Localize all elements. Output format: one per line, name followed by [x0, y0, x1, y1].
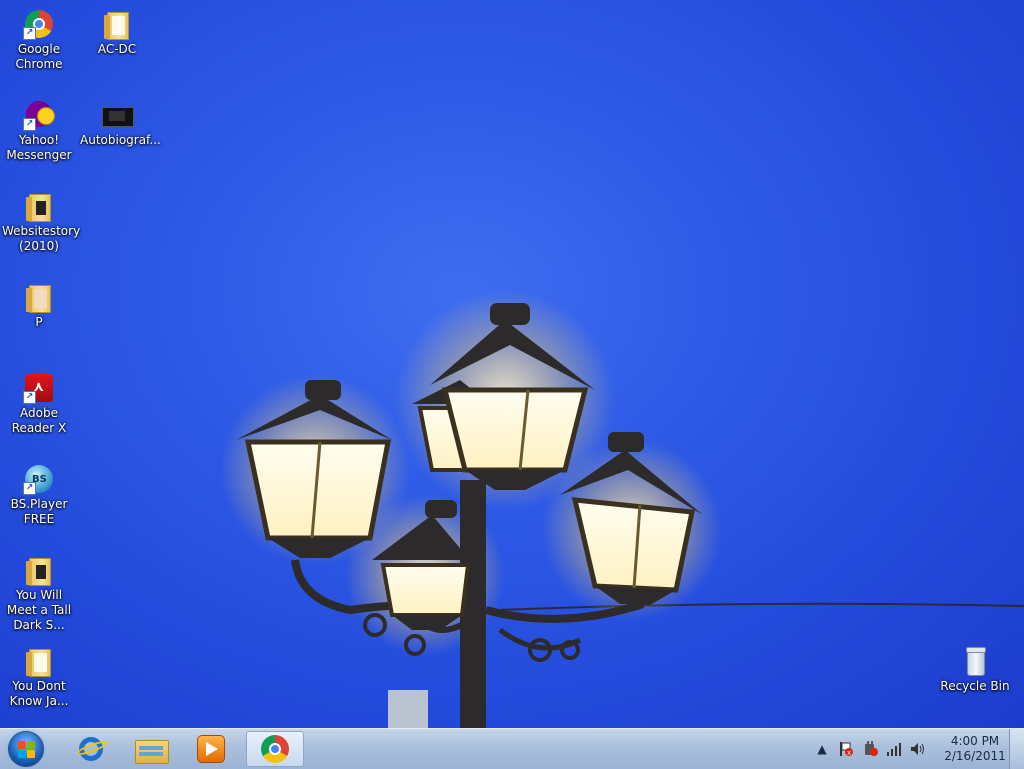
desktop-icon-label: Websitestory (2010) [2, 224, 81, 253]
folder-icon [23, 190, 55, 222]
show-desktop-button[interactable] [1009, 729, 1024, 769]
desktop-icon-label: Google Chrome [15, 42, 63, 71]
network-signal-icon[interactable] [886, 741, 902, 757]
taskbar-internet-explorer[interactable] [62, 731, 120, 767]
recycle-bin-icon [959, 645, 991, 677]
desktop-icon-tall-dark-stranger[interactable]: You Will Meet a Tall Dark S... [0, 550, 78, 633]
desktop-icon-ac-dc[interactable]: AC-DC [78, 4, 156, 57]
clock-time: 4:00 PM [950, 734, 1000, 748]
desktop-icon-google-chrome[interactable]: ↗ Google Chrome [0, 4, 78, 72]
folder-icon [23, 554, 55, 586]
taskbar: ▲ x 4:00 PM 2/16/2011 [0, 728, 1024, 769]
chrome-icon: ↗ [23, 8, 55, 40]
folder-icon [23, 281, 55, 313]
desktop-icon-yahoo-messenger[interactable]: ↗ Yahoo! Messenger [0, 95, 78, 163]
volume-speaker-icon[interactable] [910, 741, 926, 757]
desktop-icon-label: You Dont Know Ja... [9, 679, 69, 708]
clock[interactable]: 4:00 PM 2/16/2011 [944, 734, 1006, 764]
desktop-icon-label: P [35, 315, 43, 329]
desktop-icon-you-dont-know-jack[interactable]: You Dont Know Ja... [0, 641, 78, 709]
start-button[interactable] [6, 730, 46, 768]
power-plug-icon[interactable] [862, 741, 878, 757]
desktop-icon-label: You Will Meet a Tall Dark S... [6, 588, 72, 632]
desktop-icon-recycle-bin[interactable]: Recycle Bin [936, 641, 1014, 694]
internet-explorer-icon [75, 734, 109, 764]
folder-icon [101, 8, 133, 40]
windows-logo-icon [8, 731, 44, 767]
desktop[interactable]: ↗ Google Chrome AC-DC ↗ Yahoo! Messenger… [0, 0, 1024, 728]
clock-date: 2/16/2011 [944, 749, 1006, 763]
desktop-icon-adobe-reader[interactable]: ⋏ ↗ Adobe Reader X [0, 368, 78, 436]
action-center-flag-icon[interactable]: x [838, 741, 854, 757]
desktop-icon-label: Recycle Bin [940, 679, 1010, 693]
windows-explorer-icon [135, 736, 169, 764]
yahoo-messenger-icon: ↗ [23, 99, 55, 131]
desktop-icon-autobiograf[interactable]: Autobiograf... [78, 95, 161, 148]
desktop-icon-label: Yahoo! Messenger [6, 133, 72, 162]
bsplayer-icon: BS ↗ [23, 463, 55, 495]
media-player-icon [197, 735, 225, 763]
show-hidden-icons-icon[interactable]: ▲ [814, 741, 830, 757]
desktop-icon-websitestory[interactable]: Websitestory (2010) [0, 186, 81, 254]
desktop-icon-label: Autobiograf... [80, 133, 161, 147]
desktop-icon-p[interactable]: P [0, 277, 78, 330]
taskbar-media-player[interactable] [182, 731, 240, 767]
adobe-reader-icon: ⋏ ↗ [23, 372, 55, 404]
taskbar-windows-explorer[interactable] [122, 731, 180, 767]
system-tray: ▲ x 4:00 PM 2/16/2011 [810, 729, 1006, 769]
desktop-icon-label: BS.Player FREE [10, 497, 68, 526]
folder-icon [23, 645, 55, 677]
desktop-icon-label: AC-DC [97, 42, 137, 56]
video-file-icon [101, 99, 134, 131]
svg-text:x: x [847, 749, 851, 757]
desktop-icon-label: Adobe Reader X [11, 406, 67, 435]
desktop-icon-bsplayer[interactable]: BS ↗ BS.Player FREE [0, 459, 78, 527]
taskbar-google-chrome[interactable] [246, 731, 304, 767]
chrome-icon [261, 735, 289, 763]
